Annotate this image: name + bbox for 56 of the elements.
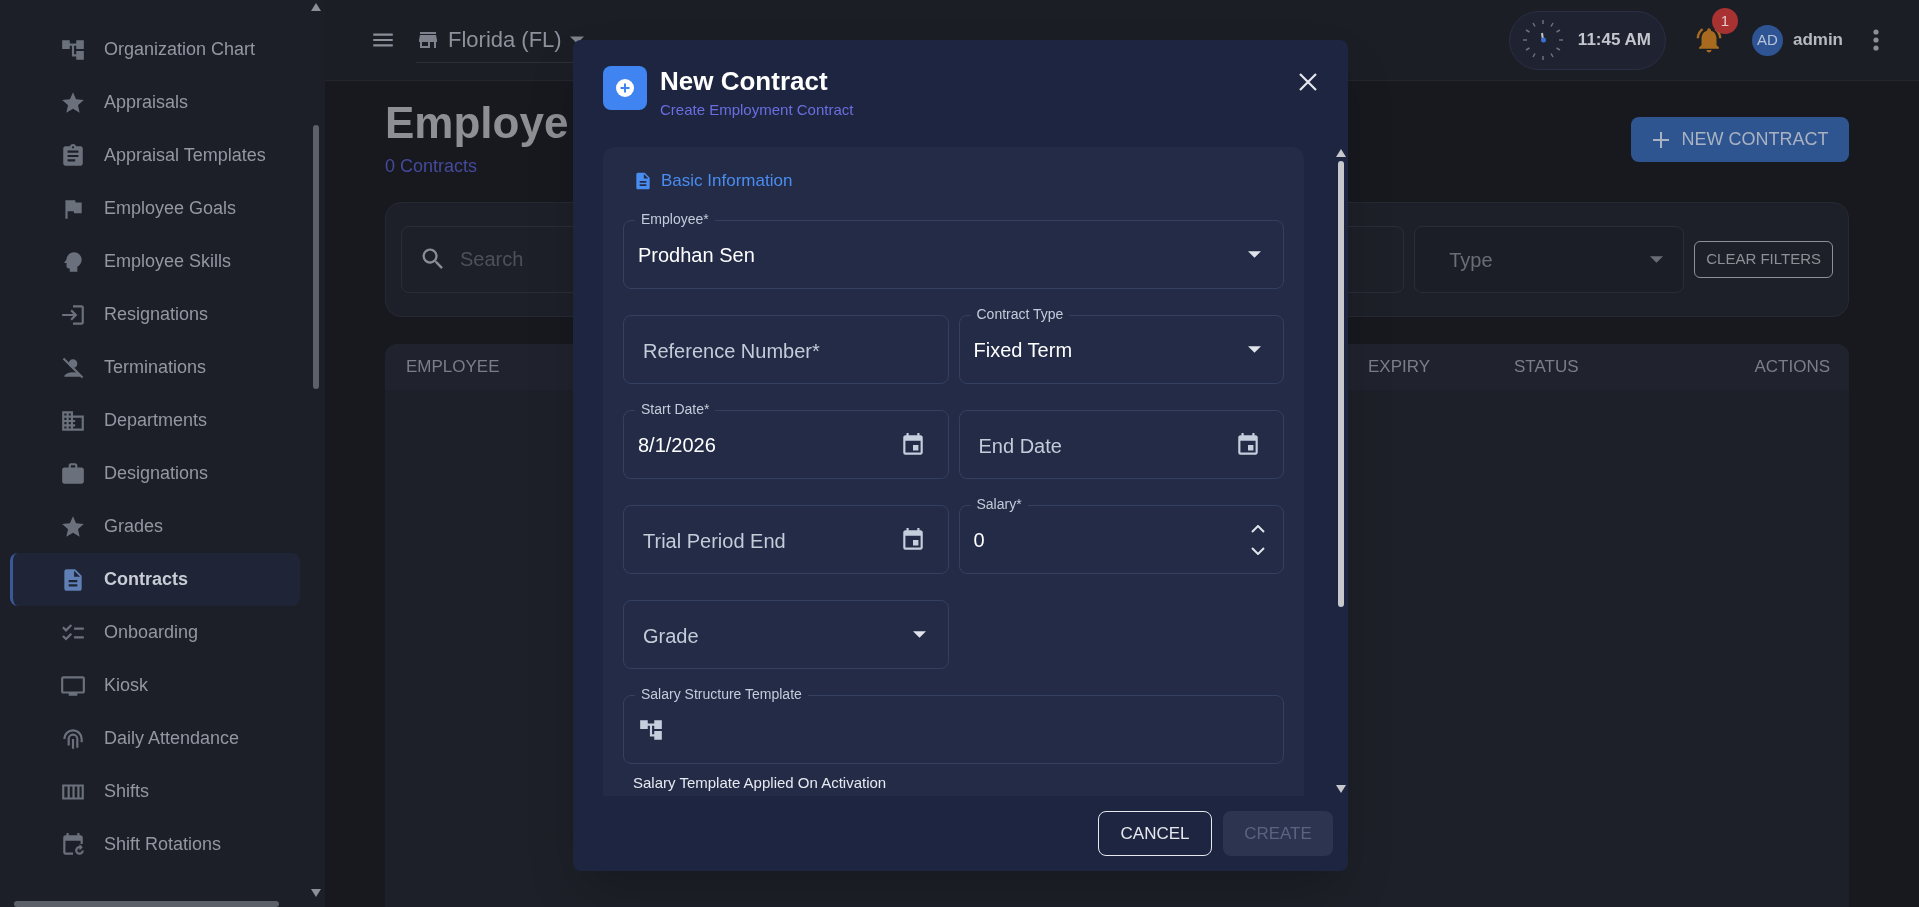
scroll-down-icon[interactable] bbox=[311, 889, 321, 897]
sidebar-item[interactable]: Departments bbox=[10, 394, 300, 447]
clipboard-icon bbox=[60, 142, 86, 169]
sidebar-item[interactable]: Resignations bbox=[10, 288, 300, 341]
close-icon[interactable] bbox=[1298, 72, 1318, 92]
section-title: Basic Information bbox=[661, 170, 793, 193]
column-header: ACTIONS bbox=[1753, 356, 1830, 379]
dialog-button[interactable]: CANCEL bbox=[1098, 811, 1212, 856]
calendar-icon bbox=[1235, 431, 1261, 458]
scroll-up-icon[interactable] bbox=[1336, 149, 1346, 157]
column-header: EMPLOYEE bbox=[406, 356, 501, 379]
sidebar-item[interactable]: Shift Rotations bbox=[10, 818, 300, 871]
sidebar-item[interactable]: Designations bbox=[10, 447, 300, 500]
caret-icon bbox=[1650, 256, 1664, 263]
helper-text: Salary Template Applied On Activation bbox=[632, 773, 888, 793]
briefcase-icon bbox=[60, 460, 86, 487]
sidebar-item[interactable]: Employee Skills bbox=[10, 235, 300, 288]
scroll-down-icon[interactable] bbox=[1336, 785, 1346, 793]
sidebar-item[interactable]: Appraisal Templates bbox=[10, 129, 300, 182]
caret-icon bbox=[912, 631, 926, 638]
sidebar-item[interactable]: Contracts bbox=[10, 553, 300, 606]
column-header: STATUS bbox=[1514, 356, 1580, 379]
chevron-down-icon[interactable] bbox=[1251, 546, 1265, 555]
contract-count: 0 Contracts bbox=[385, 155, 479, 178]
plus-circle-icon bbox=[615, 78, 635, 98]
dialog-subtitle: Create Employment Contract bbox=[660, 100, 854, 120]
caret-icon bbox=[1248, 346, 1261, 353]
user-avatar[interactable]: AD bbox=[1751, 24, 1783, 56]
sidebar-item[interactable]: Onboarding bbox=[10, 606, 300, 659]
chevron-up-icon[interactable] bbox=[1251, 524, 1265, 533]
sidebar-item[interactable]: Employee Goals bbox=[10, 182, 300, 235]
scroll-up-icon[interactable] bbox=[311, 3, 321, 11]
column-header: EXPIRY bbox=[1368, 356, 1432, 379]
plus-icon bbox=[1651, 130, 1670, 149]
more-icon[interactable] bbox=[1873, 29, 1879, 51]
calendar-icon bbox=[60, 831, 86, 858]
user-name[interactable]: admin bbox=[1792, 27, 1843, 53]
caret-icon bbox=[1248, 251, 1261, 258]
sidebar-item[interactable]: Grades bbox=[10, 500, 300, 553]
notification-badge: 1 bbox=[1711, 8, 1738, 34]
sidebar-item[interactable]: Daily Attendance bbox=[10, 712, 300, 765]
type-select[interactable]: Type bbox=[1414, 226, 1685, 293]
sidebar-item[interactable]: Shifts bbox=[10, 765, 300, 818]
dialog-title: New Contract bbox=[660, 66, 829, 96]
sidebar-item[interactable]: Appraisals bbox=[10, 76, 300, 129]
scrollbar-thumb[interactable] bbox=[313, 125, 319, 389]
page-title: Employe bbox=[385, 97, 569, 149]
time-text: 11:45 AM bbox=[1577, 29, 1651, 52]
sidebar-item[interactable]: Kiosk bbox=[10, 659, 300, 712]
new-contract-button[interactable]: NEW CONTRACT bbox=[1631, 117, 1849, 162]
sidebar-item[interactable]: Organization Chart bbox=[10, 23, 300, 76]
scrollbar-thumb[interactable] bbox=[14, 901, 279, 907]
sidebar-item[interactable]: Terminations bbox=[10, 341, 300, 394]
scrollbar-thumb[interactable] bbox=[1338, 161, 1344, 607]
document-icon bbox=[633, 170, 653, 192]
clear-filters-button[interactable]: CLEAR FILTERS bbox=[1694, 241, 1833, 278]
